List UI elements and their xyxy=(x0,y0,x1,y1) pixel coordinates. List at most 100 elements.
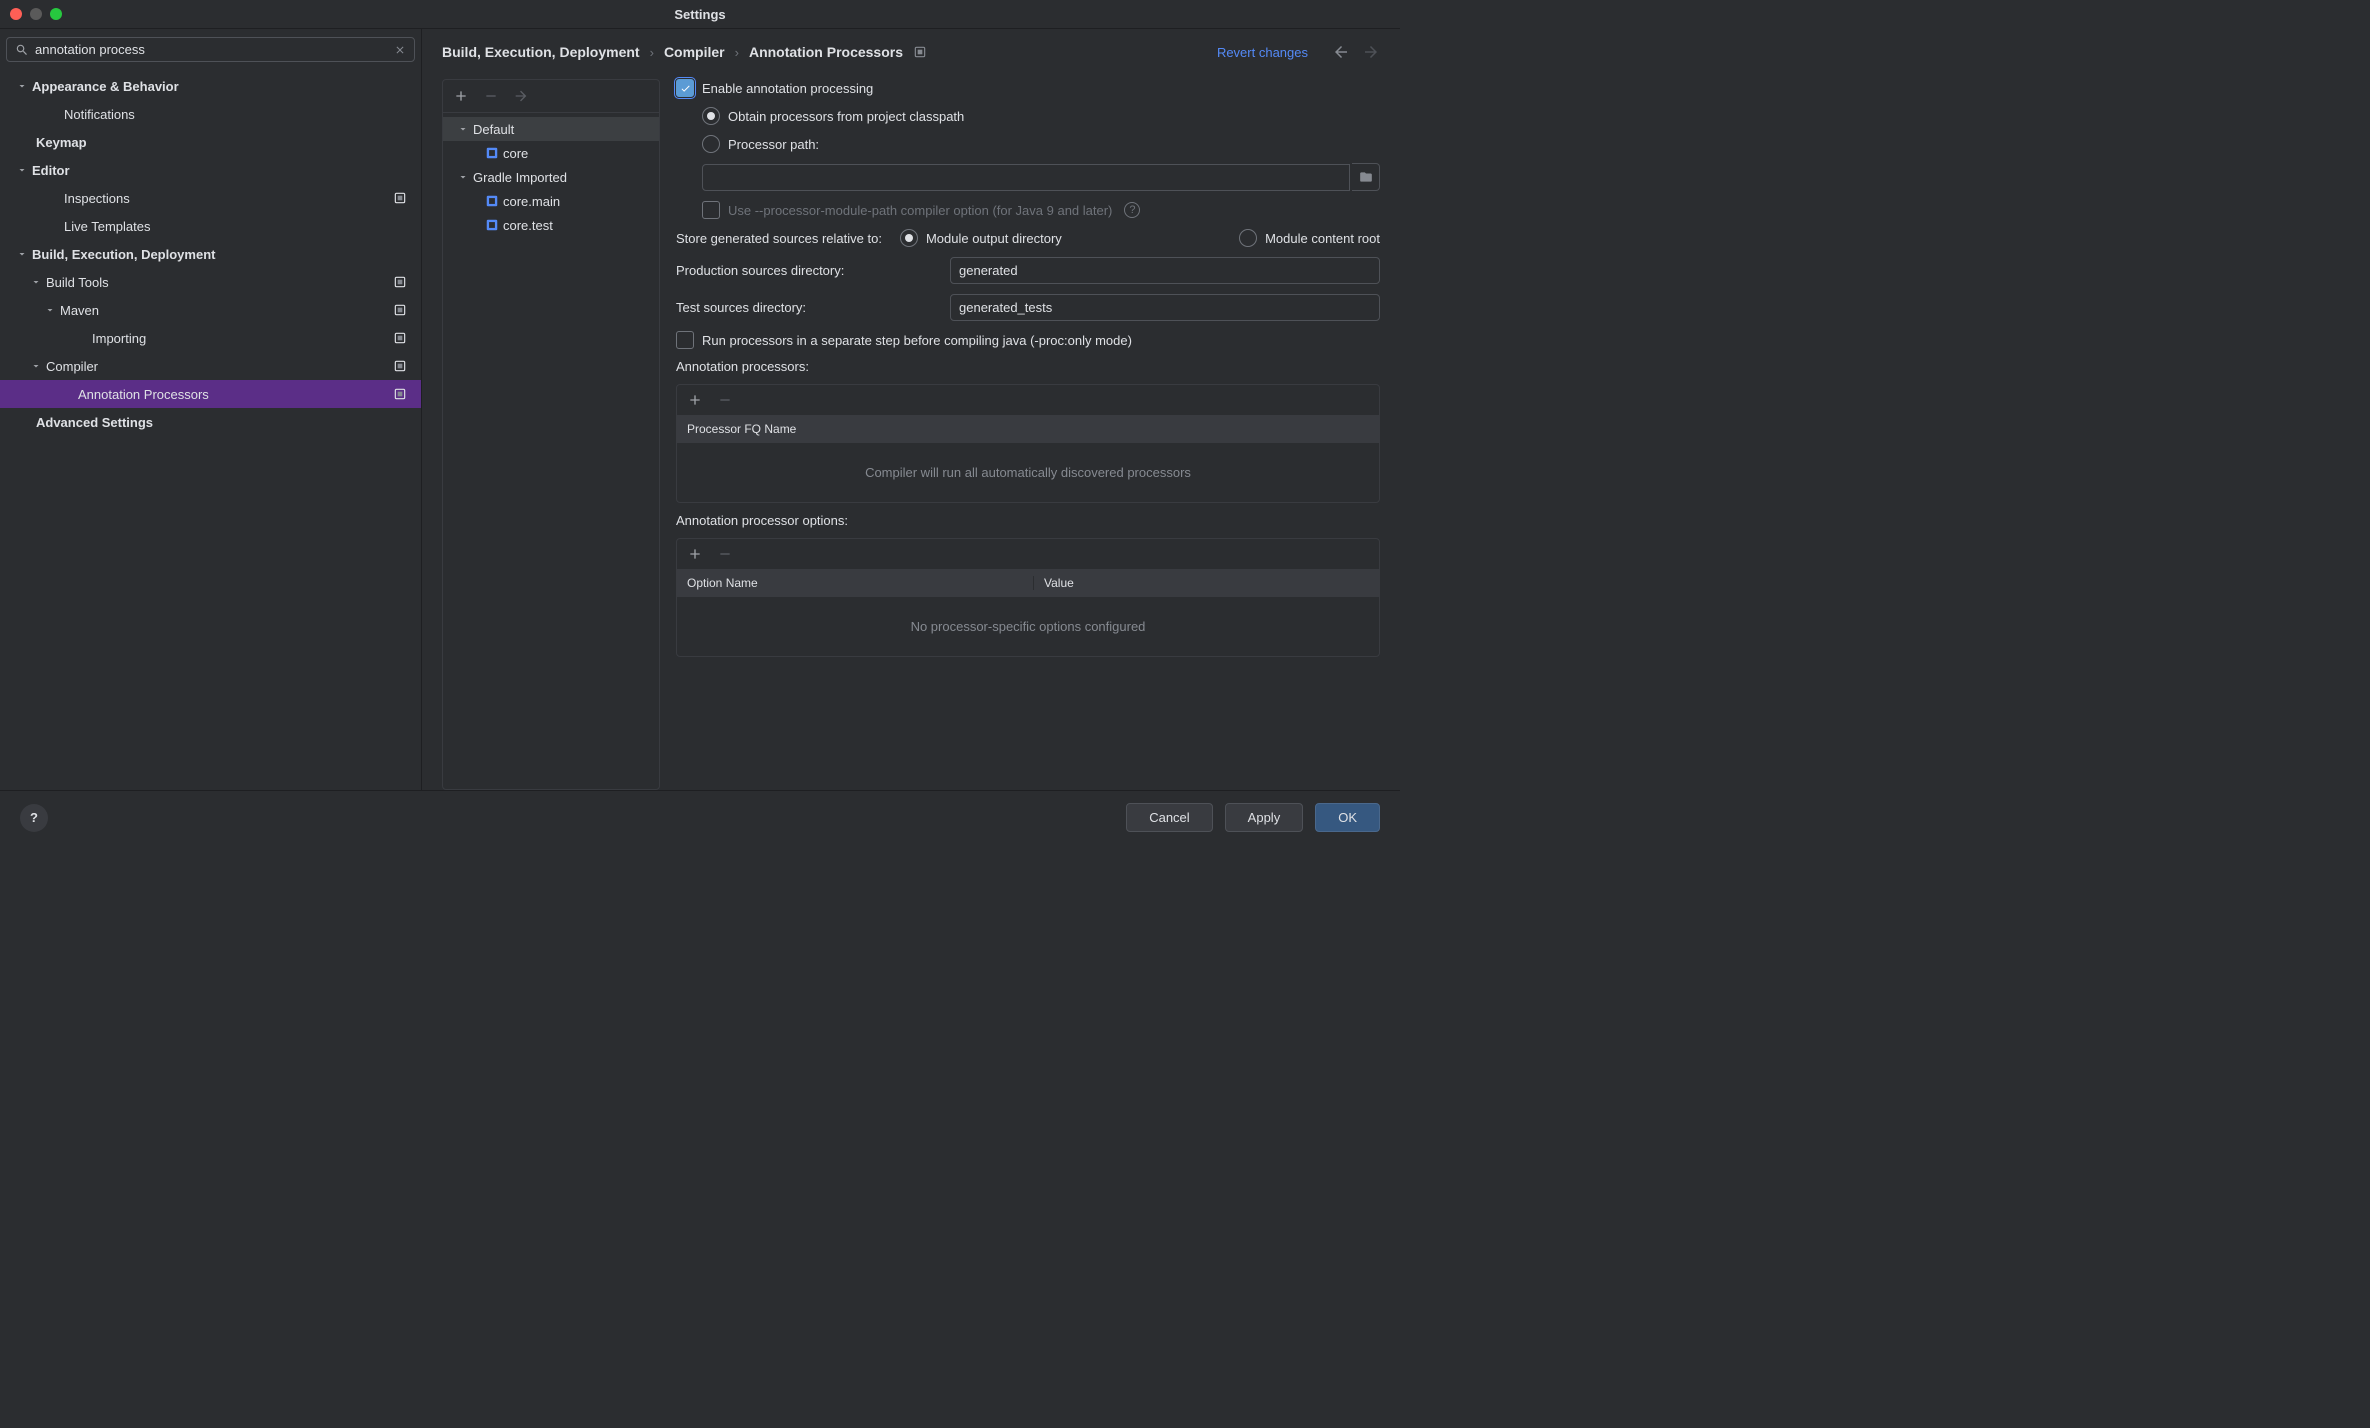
processor-path-row[interactable]: Processor path: xyxy=(702,135,1380,153)
processor-path-label: Processor path: xyxy=(728,137,819,152)
add-processor-icon[interactable] xyxy=(687,392,703,408)
sidebar-item[interactable]: Annotation Processors xyxy=(0,380,421,408)
module-content-label: Module content root xyxy=(1265,231,1380,246)
sidebar-item[interactable]: Build Tools xyxy=(0,268,421,296)
sidebar-item-label: Keymap xyxy=(36,135,87,150)
clear-search-icon[interactable] xyxy=(394,44,406,56)
profile-item-label: core.test xyxy=(503,218,553,233)
annotation-processors-label: Annotation processors: xyxy=(676,359,1380,374)
maximize-window-button[interactable] xyxy=(50,8,62,20)
apply-button[interactable]: Apply xyxy=(1225,803,1304,832)
profile-item[interactable]: core xyxy=(443,141,659,165)
profile-item[interactable]: Default xyxy=(443,117,659,141)
search-input[interactable] xyxy=(35,42,388,57)
options-empty-text: No processor-specific options configured xyxy=(677,597,1379,656)
breadcrumb-part[interactable]: Build, Execution, Deployment xyxy=(442,44,640,60)
close-window-button[interactable] xyxy=(10,8,22,20)
breadcrumb-part[interactable]: Compiler xyxy=(664,44,725,60)
sidebar-item[interactable]: Appearance & Behavior xyxy=(0,72,421,100)
obtain-classpath-label: Obtain processors from project classpath xyxy=(728,109,964,124)
sidebar-item[interactable]: Build, Execution, Deployment xyxy=(0,240,421,268)
remove-profile-icon xyxy=(483,88,499,104)
module-output-radio[interactable] xyxy=(900,229,918,247)
processor-options-label: Annotation processor options: xyxy=(676,513,1380,528)
chevron-right-icon: › xyxy=(735,45,739,60)
obtain-classpath-radio[interactable] xyxy=(702,107,720,125)
revert-changes-link[interactable]: Revert changes xyxy=(1217,45,1308,60)
profile-item[interactable]: core.test xyxy=(443,213,659,237)
annotation-processors-table: Processor FQ Name Compiler will run all … xyxy=(676,384,1380,503)
enable-annotation-row[interactable]: Enable annotation processing xyxy=(676,79,1380,97)
back-icon[interactable] xyxy=(1332,43,1350,61)
enable-annotation-label: Enable annotation processing xyxy=(702,81,873,96)
profile-item[interactable]: Gradle Imported xyxy=(443,165,659,189)
sidebar-item[interactable]: Advanced Settings xyxy=(0,408,421,436)
sidebar-item[interactable]: Importing xyxy=(0,324,421,352)
chevron-right-icon: › xyxy=(650,45,654,60)
processor-path-radio[interactable] xyxy=(702,135,720,153)
processor-path-input xyxy=(702,164,1350,191)
sidebar-item[interactable]: Maven xyxy=(0,296,421,324)
sidebar-item[interactable]: Live Templates xyxy=(0,212,421,240)
settings-tree: Appearance & Behavior Notifications Keymap… xyxy=(0,70,421,790)
search-box[interactable] xyxy=(6,37,415,62)
sidebar-item[interactable]: Inspections xyxy=(0,184,421,212)
sidebar-item[interactable]: Editor xyxy=(0,156,421,184)
run-separate-label: Run processors in a separate step before… xyxy=(702,333,1132,348)
sidebar-item[interactable]: Keymap xyxy=(0,128,421,156)
use-module-path-checkbox xyxy=(702,201,720,219)
breadcrumb-part: Annotation Processors xyxy=(749,44,903,60)
profile-toolbar xyxy=(443,80,659,113)
browse-path-button[interactable] xyxy=(1352,163,1380,191)
prod-dir-label: Production sources directory: xyxy=(676,263,938,278)
profile-item-label: Gradle Imported xyxy=(473,170,567,185)
fq-name-column: Processor FQ Name xyxy=(687,422,796,436)
use-module-path-label: Use --processor-module-path compiler opt… xyxy=(728,203,1112,218)
module-output-row[interactable]: Module output directory xyxy=(900,229,1062,247)
search-icon xyxy=(15,43,29,57)
sidebar-item[interactable]: Notifications xyxy=(0,100,421,128)
add-profile-icon[interactable] xyxy=(453,88,469,104)
prod-dir-input[interactable] xyxy=(950,257,1380,284)
minimize-window-button[interactable] xyxy=(30,8,42,20)
sidebar-item-label: Appearance & Behavior xyxy=(32,79,179,94)
value-column: Value xyxy=(1034,576,1074,590)
sidebar-item-label: Inspections xyxy=(64,191,130,206)
sidebar-item-label: Advanced Settings xyxy=(36,415,153,430)
footer: ? Cancel Apply OK xyxy=(0,790,1400,844)
sidebar-item-label: Live Templates xyxy=(64,219,150,234)
obtain-classpath-row[interactable]: Obtain processors from project classpath xyxy=(702,107,1380,125)
module-output-label: Module output directory xyxy=(926,231,1062,246)
test-dir-input[interactable] xyxy=(950,294,1380,321)
sidebar-item-label: Notifications xyxy=(64,107,135,122)
sidebar-item-label: Build, Execution, Deployment xyxy=(32,247,215,262)
profile-item[interactable]: core.main xyxy=(443,189,659,213)
content-pane: Build, Execution, Deployment › Compiler … xyxy=(422,29,1400,790)
run-separate-row[interactable]: Run processors in a separate step before… xyxy=(676,331,1380,349)
store-label: Store generated sources relative to: xyxy=(676,231,882,246)
settings-sidebar: Appearance & Behavior Notifications Keymap… xyxy=(0,29,422,790)
profile-tree: Default core Gradle Imported core.main core.… xyxy=(443,113,659,789)
config-scope-icon[interactable] xyxy=(913,45,927,59)
right-panel: Enable annotation processing Obtain proc… xyxy=(676,79,1380,790)
profile-panel: Default core Gradle Imported core.main core.… xyxy=(442,79,660,790)
sidebar-item-label: Annotation Processors xyxy=(78,387,209,402)
profile-item-label: Default xyxy=(473,122,514,137)
sidebar-item-label: Importing xyxy=(92,331,146,346)
move-to-icon xyxy=(513,88,529,104)
run-separate-checkbox[interactable] xyxy=(676,331,694,349)
enable-annotation-checkbox[interactable] xyxy=(676,79,694,97)
sidebar-item[interactable]: Compiler xyxy=(0,352,421,380)
cancel-button[interactable]: Cancel xyxy=(1126,803,1212,832)
help-icon[interactable]: ? xyxy=(1124,202,1140,218)
ok-button[interactable]: OK xyxy=(1315,803,1380,832)
add-option-icon[interactable] xyxy=(687,546,703,562)
content-header: Build, Execution, Deployment › Compiler … xyxy=(422,29,1400,75)
module-content-row[interactable]: Module content root xyxy=(1239,229,1380,247)
folder-icon xyxy=(1359,170,1373,184)
processors-empty-text: Compiler will run all automatically disc… xyxy=(677,443,1379,502)
remove-option-icon xyxy=(717,546,733,562)
help-button[interactable]: ? xyxy=(20,804,48,832)
module-content-radio[interactable] xyxy=(1239,229,1257,247)
forward-icon xyxy=(1362,43,1380,61)
